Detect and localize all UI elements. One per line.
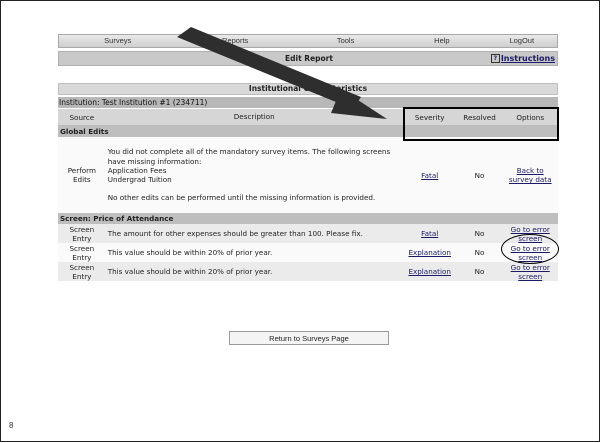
row-source: Screen Entry <box>58 224 106 243</box>
row-resolved: No <box>456 224 503 243</box>
header-highlight-box <box>403 107 559 141</box>
instructions-link[interactable]: ? Instructions <box>490 52 555 65</box>
page-title: Edit Report <box>285 54 333 63</box>
edit-row: Perform Edits You did not complete all of… <box>58 137 558 213</box>
row-description: This value should be within 20% of prior… <box>105 262 403 281</box>
slide: Surveys Reports Tools Help LogOut Edit R… <box>0 0 600 442</box>
row-description: You did not complete all of the mandator… <box>105 137 403 213</box>
option-link[interactable]: Back to survey data <box>509 166 552 184</box>
row-description: This value should be within 20% of prior… <box>105 243 403 262</box>
edit-row: Screen Entry The amount for other expense… <box>58 224 558 243</box>
row-severity-cell: Fatal <box>402 224 457 243</box>
menu-reports[interactable]: Reports <box>176 35 293 47</box>
row-resolved: No <box>456 137 503 213</box>
option-link[interactable]: Go to error screen <box>511 263 550 281</box>
description-line: This value should be within 20% of prior… <box>107 266 273 276</box>
description-line: Application Fees <box>107 165 167 175</box>
description-line: You did not complete all of the mandator… <box>107 147 391 166</box>
top-menu-bar: Surveys Reports Tools Help LogOut <box>58 34 558 48</box>
description-line <box>108 184 401 193</box>
edit-rows: Global Edits Perform Edits You did not com… <box>58 125 558 281</box>
description-line: The amount for other expenses should be … <box>107 228 363 238</box>
group-label: Screen: Price of Attendance <box>58 213 558 224</box>
description-line: No other edits can be performed until th… <box>107 193 376 203</box>
description-line: Undergrad Tuition <box>107 175 172 185</box>
severity-link[interactable]: Fatal <box>421 229 438 238</box>
edit-row: Screen Entry This value should be within … <box>58 243 558 262</box>
row-severity-cell: Explanation <box>402 243 457 262</box>
instructions-label: Instructions <box>500 54 555 63</box>
menu-tools[interactable]: Tools <box>294 35 397 47</box>
group-header: Screen: Price of Attendance <box>58 213 558 224</box>
col-description: Description <box>105 109 403 126</box>
severity-link[interactable]: Explanation <box>408 248 451 257</box>
error-link-highlight-circle <box>501 234 559 264</box>
description-line: This value should be within 20% of prior… <box>107 247 273 257</box>
row-resolved: No <box>456 243 503 262</box>
page-title-bar: Edit Report ? Instructions <box>58 51 558 66</box>
row-source: Perform Edits <box>58 137 106 213</box>
return-to-surveys-button[interactable]: Return to Surveys Page <box>229 331 389 345</box>
severity-link[interactable]: Explanation <box>408 267 451 276</box>
row-resolved: No <box>456 262 503 281</box>
help-icon: ? <box>490 54 500 63</box>
menu-surveys[interactable]: Surveys <box>59 35 176 47</box>
row-source: Screen Entry <box>58 262 106 281</box>
row-description: The amount for other expenses should be … <box>105 224 403 243</box>
row-option-cell: Go to error screen <box>502 262 558 281</box>
menu-help[interactable]: Help <box>397 35 486 47</box>
edit-row: Screen Entry This value should be within … <box>58 262 558 281</box>
col-source: Source <box>58 109 106 126</box>
severity-link[interactable]: Fatal <box>421 171 438 180</box>
row-source: Screen Entry <box>58 243 106 262</box>
menu-logout[interactable]: LogOut <box>487 35 557 47</box>
section-title: Institutional Characteristics <box>58 83 558 95</box>
row-severity-cell: Explanation <box>402 262 457 281</box>
row-severity-cell: Fatal <box>402 137 457 213</box>
row-option-cell: Back to survey data <box>502 137 558 213</box>
edit-report-app: Surveys Reports Tools Help LogOut Edit R… <box>58 34 558 354</box>
slide-number: 8 <box>9 421 14 430</box>
